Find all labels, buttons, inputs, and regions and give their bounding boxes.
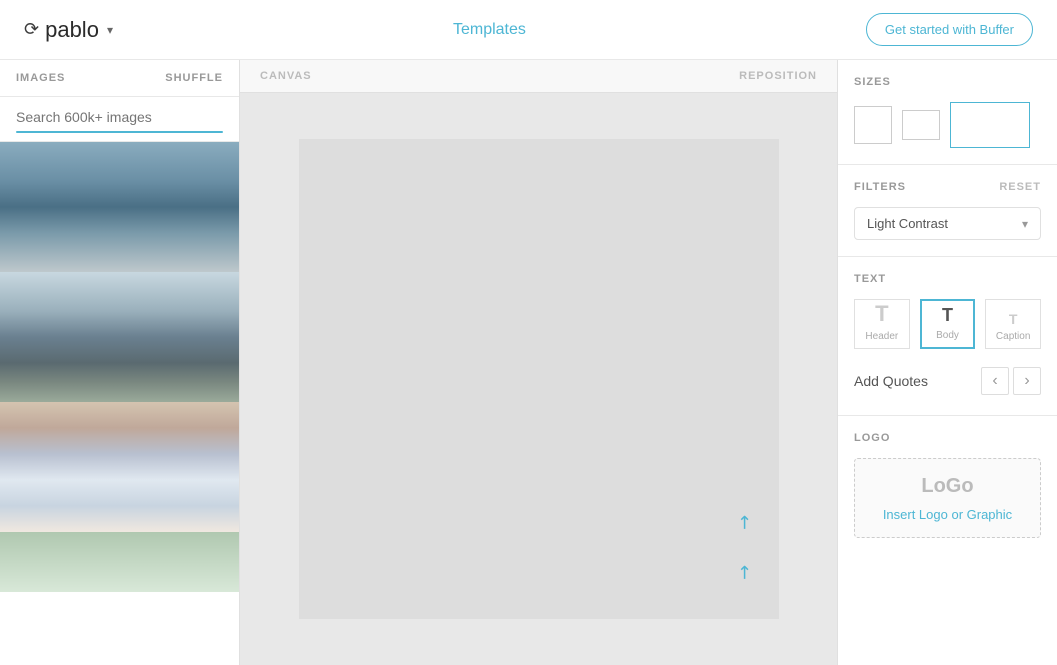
logo-title: LOGO <box>854 432 1041 444</box>
add-quotes-row: Add Quotes ‹ › <box>854 363 1041 399</box>
canvas-content: ↗ ↗ <box>240 93 837 665</box>
size-wide-button[interactable] <box>950 102 1030 148</box>
logo-area[interactable]: ⟳ pablo ▾ <box>24 17 113 43</box>
get-started-button[interactable]: Get started with Buffer <box>866 13 1033 46</box>
header-text-label: Header <box>865 331 898 342</box>
canvas-toolbar: CANVAS REPOSITION <box>240 60 837 93</box>
body-text-label: Body <box>936 330 959 341</box>
resize-icon-1: ↗ <box>732 560 758 586</box>
list-item[interactable] <box>0 142 239 272</box>
filters-reset-button[interactable]: RESET <box>999 181 1041 193</box>
right-panel: SIZES FILTERS RESET Light Contrast ▾ TEX… <box>837 60 1057 665</box>
sizes-title: SIZES <box>854 76 1041 88</box>
resize-handle-1[interactable]: ↗ <box>737 562 752 583</box>
text-caption-button[interactable]: T Caption <box>985 299 1041 349</box>
filter-dropdown[interactable]: Light Contrast ▾ <box>854 207 1041 240</box>
pablo-logo-icon: ⟳ <box>24 19 39 40</box>
logo-section: LOGO LoGo Insert Logo or Graphic <box>838 416 1057 554</box>
dropdown-arrow-icon: ▾ <box>1022 217 1028 231</box>
canvas-area: CANVAS REPOSITION ↗ ↗ <box>240 60 837 665</box>
body-text-icon: T <box>942 305 953 326</box>
logo-word: LoGo <box>883 471 1012 501</box>
logo-insert-label: Insert Logo or Graphic <box>883 507 1012 522</box>
filters-header: FILTERS RESET <box>854 181 1041 193</box>
reposition-button[interactable]: REPOSITION <box>739 70 817 82</box>
search-area <box>0 97 239 142</box>
images-list <box>0 142 239 665</box>
nav-templates[interactable]: Templates <box>453 21 526 39</box>
main-layout: IMAGES SHUFFLE CANVAS REPOSITION ↗ <box>0 60 1057 665</box>
filters-section: FILTERS RESET Light Contrast ▾ <box>838 165 1057 257</box>
search-input[interactable] <box>16 107 223 127</box>
quotes-prev-button[interactable]: ‹ <box>981 367 1009 395</box>
resize-icon-2: ↗ <box>732 510 758 536</box>
list-item[interactable] <box>0 272 239 402</box>
resize-handle-2[interactable]: ↗ <box>737 512 752 533</box>
canvas-bg[interactable]: ↗ ↗ <box>299 139 779 619</box>
header-text-icon: T <box>875 301 888 327</box>
quotes-next-button[interactable]: › <box>1013 367 1041 395</box>
sizes-section: SIZES <box>838 60 1057 165</box>
logo-text: pablo <box>45 17 99 43</box>
left-panel: IMAGES SHUFFLE <box>0 60 240 665</box>
images-label: IMAGES <box>16 72 65 84</box>
text-section: TEXT T Header T Body T Caption Add Quote… <box>838 257 1057 416</box>
shuffle-button[interactable]: SHUFFLE <box>165 72 223 84</box>
logo-caret-icon: ▾ <box>107 23 113 37</box>
text-options: T Header T Body T Caption <box>854 299 1041 349</box>
filters-title: FILTERS <box>854 181 906 193</box>
caption-text-label: Caption <box>996 331 1030 342</box>
canvas-label: CANVAS <box>260 70 312 82</box>
search-underline <box>16 131 223 133</box>
text-title: TEXT <box>854 273 1041 285</box>
sizes-grid <box>854 102 1041 148</box>
logo-insert-text: LoGo Insert Logo or Graphic <box>883 471 1012 525</box>
left-panel-header: IMAGES SHUFFLE <box>0 60 239 97</box>
header: ⟳ pablo ▾ Templates Get started with Buf… <box>0 0 1057 60</box>
text-header-button[interactable]: T Header <box>854 299 910 349</box>
size-small-button[interactable] <box>902 110 940 140</box>
list-item[interactable] <box>0 402 239 532</box>
text-body-button[interactable]: T Body <box>920 299 976 349</box>
filter-selected-value: Light Contrast <box>867 216 948 231</box>
size-square-button[interactable] <box>854 106 892 144</box>
logo-insert-area[interactable]: LoGo Insert Logo or Graphic <box>854 458 1041 538</box>
caption-text-icon: T <box>1009 311 1018 327</box>
list-item[interactable] <box>0 532 239 592</box>
add-quotes-label: Add Quotes <box>854 373 928 389</box>
quotes-navigation: ‹ › <box>981 367 1041 395</box>
